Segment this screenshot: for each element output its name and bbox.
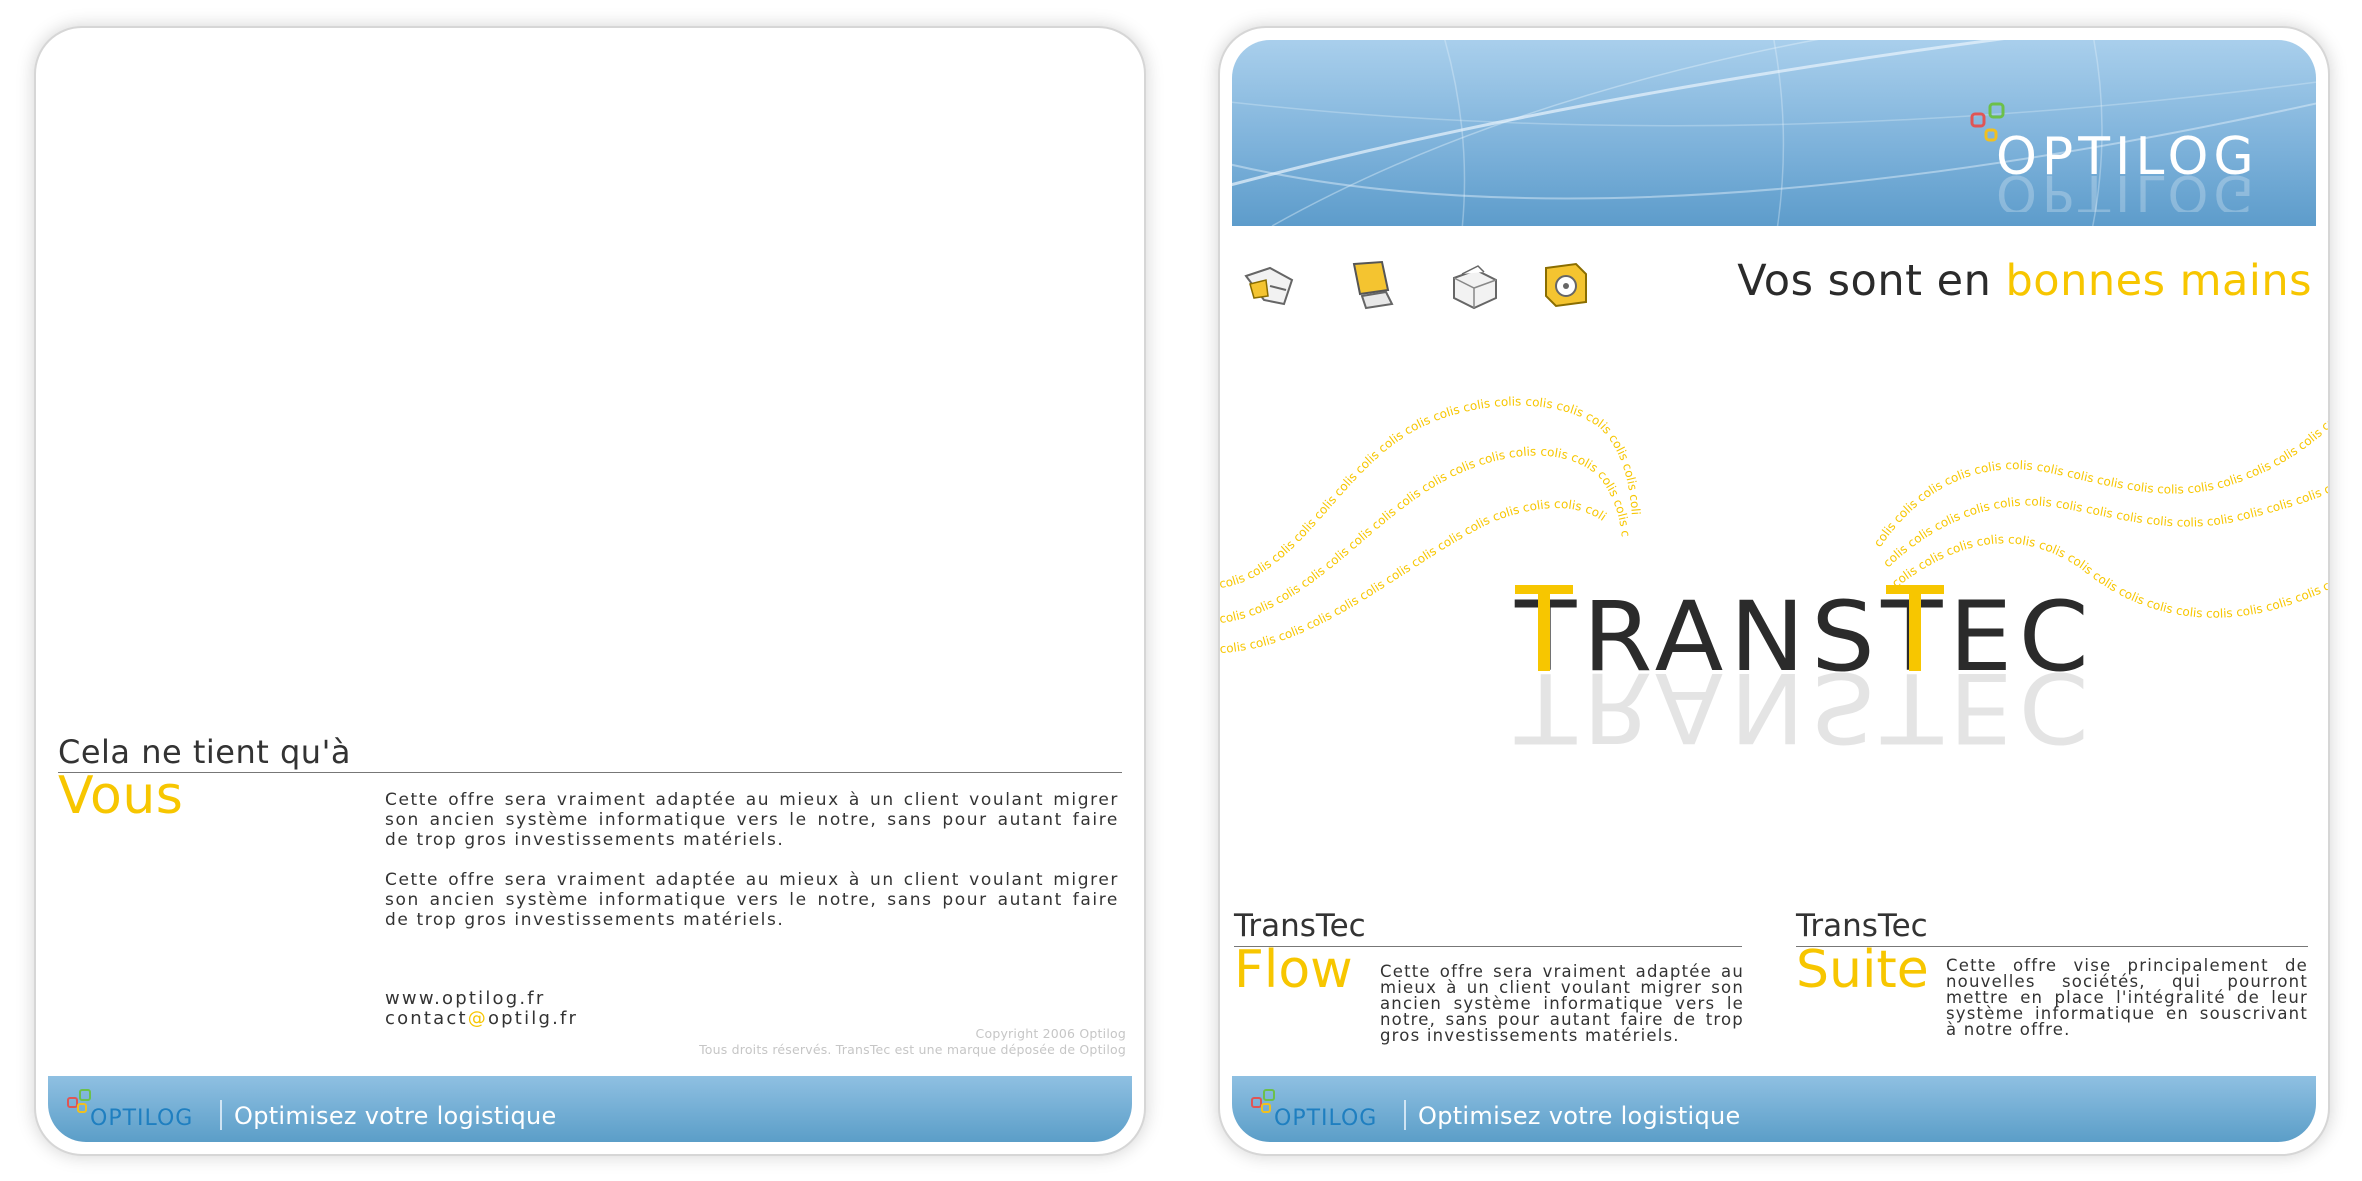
email-link[interactable]: contact@optilg.fr — [385, 1008, 578, 1029]
body-paragraph-2: Cette offre sera vraiment adaptée au mie… — [385, 870, 1119, 930]
email-at: @ — [467, 1008, 488, 1029]
footer-slogan-right: Optimisez votre logistique — [1418, 1102, 1741, 1130]
banner-logo-reflection: OPTILOG — [1996, 163, 2259, 212]
tagline-highlight: bonnes mains — [2005, 256, 2312, 306]
safe-icon[interactable] — [1536, 256, 1596, 314]
footer-bar-right: OPTILOG Optimisez votre logistique — [1232, 1076, 2316, 1142]
tagline: Vos sont en bonnes mains — [1737, 256, 2312, 306]
divider-rule — [58, 772, 1122, 773]
back-page-panel: Cela ne tient qu'à Vous Cette offre sera… — [34, 26, 1146, 1156]
email-user: contact — [385, 1008, 468, 1029]
col2-name: Suite — [1796, 940, 1929, 1000]
body-paragraph-1: Cette offre sera vraiment adaptée au mie… — [385, 790, 1119, 850]
footer-logo-text: OPTILOG — [90, 1106, 193, 1131]
transtec-logo-art: colis colis colis colis colis colis coli… — [1220, 378, 2328, 758]
col1-name: Flow — [1234, 940, 1353, 1000]
optilog-banner-logo-icon: OPTILOG OPTILOG — [1970, 102, 2259, 212]
footer-separator — [220, 1100, 222, 1130]
footer-bar: OPTILOG Optimisez votre logistique — [48, 1076, 1132, 1142]
monitor-icon[interactable] — [1342, 256, 1402, 314]
header-banner: OPTILOG OPTILOG — [1232, 40, 2316, 226]
printer-icon[interactable] — [1444, 256, 1504, 314]
optilog-logo-icon-right: OPTILOG — [1251, 1089, 1377, 1131]
tagline-start: Vos sont en — [1737, 256, 2006, 306]
col2-title: TransTec — [1796, 908, 1928, 944]
col1-title: TransTec — [1234, 908, 1366, 944]
footer-slogan: Optimisez votre logistique — [234, 1102, 557, 1130]
optilog-logo-icon: OPTILOG — [67, 1089, 193, 1131]
colis-wave-5-text: colis colis colis colis colis colis coli… — [1220, 378, 2328, 570]
rights-text: Tous droits réservés. TransTec est une m… — [699, 1042, 1126, 1057]
footer-separator-right — [1404, 1100, 1406, 1130]
col2-text: Cette offre vise principalement de nouve… — [1946, 956, 2308, 1039]
transtec-reflection: TRANSTEC — [1514, 651, 2095, 758]
colis-wave-5: colis colis colis colis colis colis coli… — [1220, 378, 2328, 570]
scanner-icon[interactable] — [1240, 256, 1300, 314]
website-link[interactable]: www.optilog.fr — [385, 988, 545, 1009]
footer-logo-text-right: OPTILOG — [1274, 1106, 1377, 1131]
heading-big: Vous — [58, 766, 184, 826]
front-page-panel: OPTILOG OPTILOG Vos sont en bonnes mains — [1218, 26, 2330, 1156]
col1-text: Cette offre sera vraiment adaptée au mie… — [1380, 962, 1744, 1045]
copyright-text: Copyright 2006 Optilog — [975, 1026, 1126, 1041]
email-domain: optilg.fr — [487, 1008, 579, 1029]
